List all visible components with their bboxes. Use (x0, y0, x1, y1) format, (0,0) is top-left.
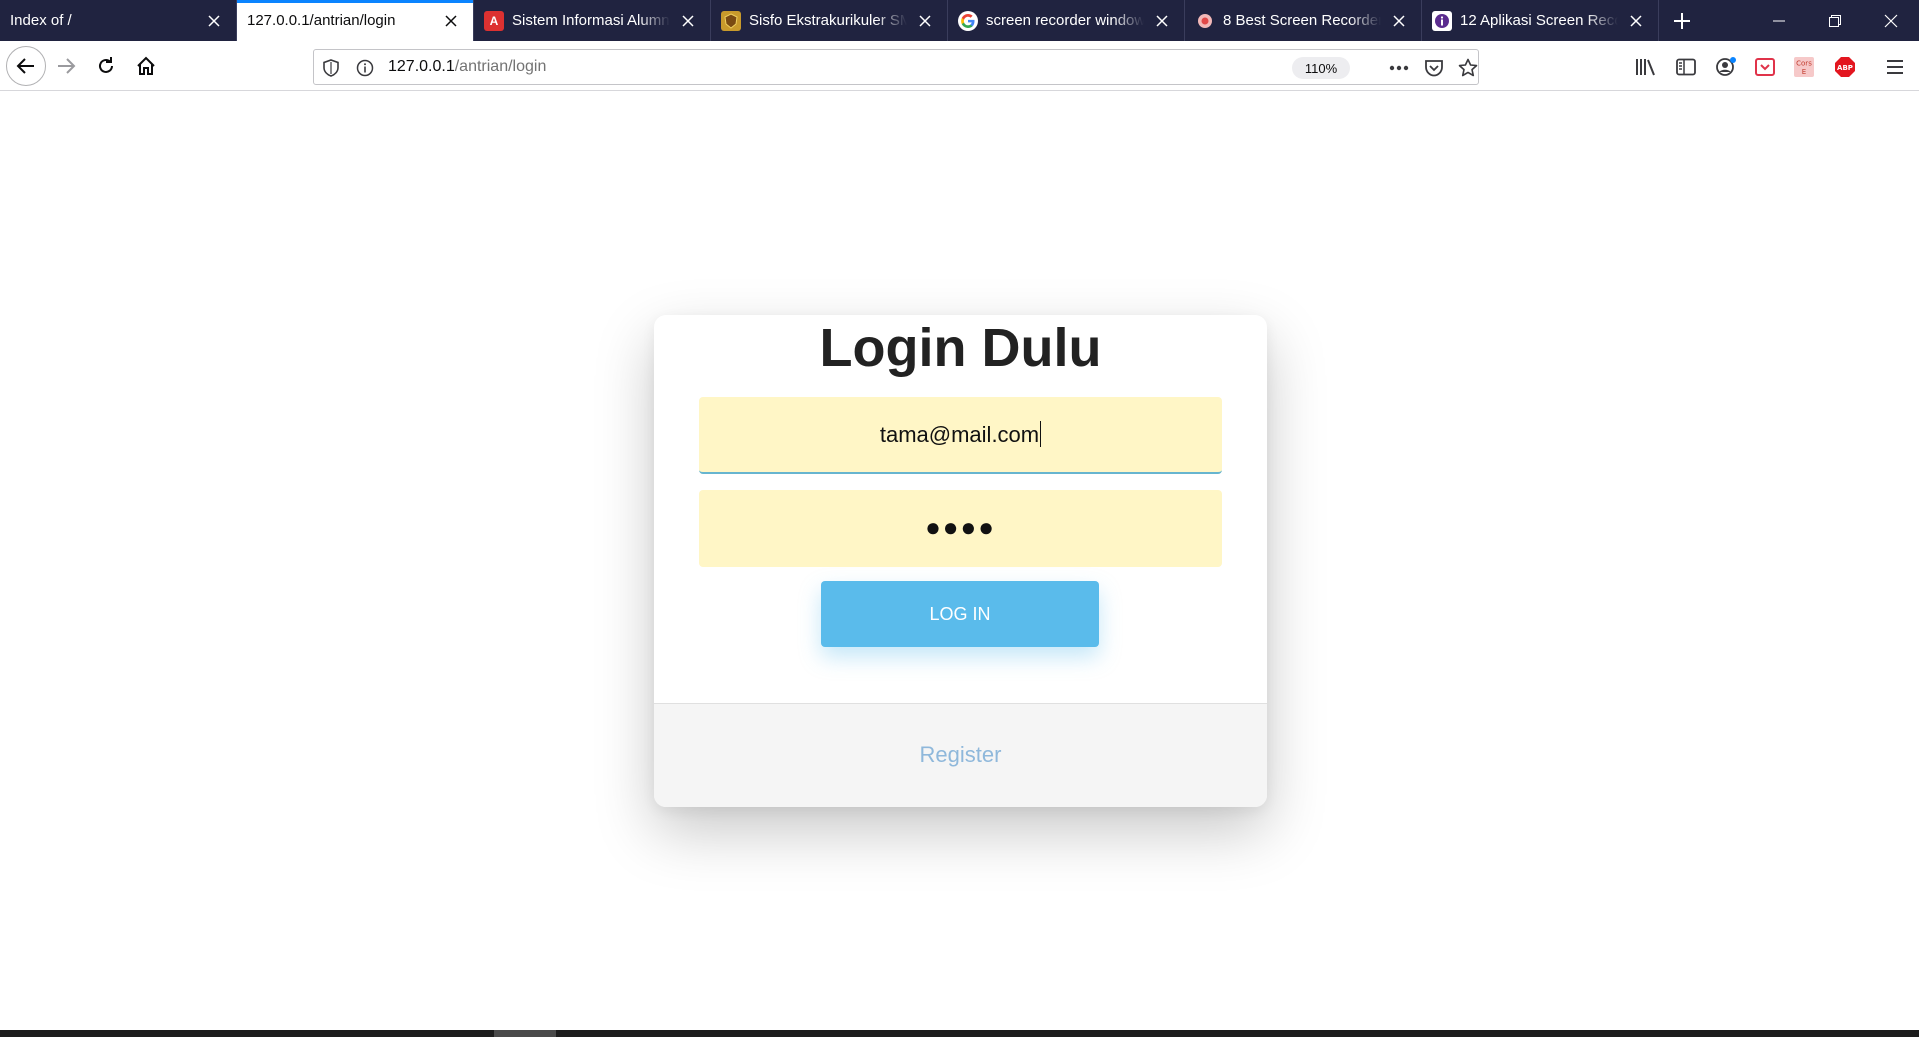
tab-index-of[interactable]: Index of / (0, 0, 237, 41)
tab-12-aplikasi-screen-recorder[interactable]: 12 Aplikasi Screen Recorder (1422, 0, 1659, 41)
sidebar-icon[interactable] (1674, 55, 1698, 79)
tab-sistem-informasi-alumni[interactable]: A Sistem Informasi Alumni (474, 0, 711, 41)
adblock-plus-icon[interactable]: ABP (1833, 55, 1857, 79)
minimize-button[interactable] (1751, 0, 1807, 41)
url-path: /antrian/login (454, 58, 547, 75)
tracking-shield-icon[interactable] (320, 57, 342, 79)
zoom-indicator[interactable]: 110% (1292, 57, 1350, 79)
arrow-left-icon (16, 58, 34, 74)
restore-icon (1829, 14, 1841, 27)
restore-button[interactable] (1807, 0, 1863, 41)
tab-sisfo-ekstrakurikuler[interactable]: Sisfo Ekstrakurikuler SMA (711, 0, 948, 41)
tab-title: screen recorder windows (986, 12, 1144, 29)
tab-title: Sistem Informasi Alumni (512, 12, 670, 29)
address-bar[interactable]: 127.0.0.1/antrian/login 110% (313, 49, 1479, 85)
close-icon[interactable] (1624, 9, 1648, 33)
page-title: Login Dulu (819, 318, 1102, 378)
pocket-icon[interactable] (1423, 57, 1445, 79)
register-link[interactable]: Register (654, 742, 1267, 768)
taskbar-active-indicator (494, 1030, 556, 1037)
home-button[interactable] (128, 48, 164, 84)
google-icon (958, 10, 978, 31)
close-icon[interactable] (1387, 9, 1411, 33)
page-actions-icon[interactable] (1388, 57, 1410, 79)
forward-button[interactable] (48, 48, 84, 84)
password-field[interactable]: ●●●● (699, 490, 1222, 567)
tab-8-best-screen-recorders[interactable]: 8 Best Screen Recorders (1185, 0, 1422, 41)
library-icon[interactable] (1634, 55, 1658, 79)
window-controls (1751, 0, 1919, 41)
tab-title: 8 Best Screen Recorders (1223, 12, 1381, 29)
tab-title: Sisfo Ekstrakurikuler SMA (749, 12, 907, 29)
tab-title: Index of / (10, 12, 72, 29)
svg-text:ABP: ABP (1837, 64, 1853, 72)
text-caret (1040, 421, 1042, 447)
close-icon[interactable] (913, 9, 937, 33)
password-mask: ●●●● (925, 512, 996, 542)
reload-button[interactable] (88, 48, 124, 84)
home-icon (137, 56, 155, 75)
tab-antrian-login[interactable]: 127.0.0.1/antrian/login (237, 0, 474, 41)
info-purple-icon (1432, 10, 1452, 31)
card-footer: Register (654, 703, 1267, 807)
tab-title: 127.0.0.1/antrian/login (247, 12, 396, 29)
cors-extension-icon[interactable]: Cors E (1792, 55, 1816, 79)
url-host: 127.0.0.1 (388, 58, 455, 75)
record-icon (1195, 11, 1215, 31)
plus-icon (1674, 12, 1690, 29)
close-icon (1884, 14, 1898, 27)
email-field[interactable]: tama@mail.com (699, 397, 1222, 474)
tab-screen-recorder-windows[interactable]: screen recorder windows (948, 0, 1185, 41)
close-window-button[interactable] (1863, 0, 1919, 41)
hamburger-menu-icon[interactable] (1883, 55, 1907, 79)
new-tab-button[interactable] (1659, 0, 1705, 41)
angular-icon: A (484, 10, 504, 31)
close-icon[interactable] (1150, 9, 1174, 33)
site-info-icon[interactable] (354, 57, 376, 79)
pocket-extension-icon[interactable] (1753, 55, 1777, 79)
url-text[interactable]: 127.0.0.1/antrian/login (388, 58, 546, 76)
arrow-right-icon (58, 58, 76, 74)
close-icon[interactable] (202, 9, 226, 33)
account-icon[interactable] (1714, 55, 1738, 79)
minimize-icon (1773, 20, 1785, 21)
tab-title: 12 Aplikasi Screen Recorder (1460, 12, 1618, 29)
navigation-toolbar: 127.0.0.1/antrian/login 110% Cors E ABP (0, 41, 1919, 91)
bookmark-star-icon[interactable] (1457, 57, 1479, 79)
tab-strip: Index of / 127.0.0.1/antrian/login A Sis… (0, 0, 1919, 41)
back-button[interactable] (6, 46, 46, 86)
cors-label: Cors (1796, 60, 1812, 68)
email-field-value: tama@mail.com (879, 421, 1042, 447)
login-card: Login Dulu tama@mail.com ●●●● LOG IN Reg… (654, 315, 1267, 807)
close-icon[interactable] (439, 9, 463, 33)
close-icon[interactable] (676, 9, 700, 33)
school-crest-icon (721, 10, 741, 31)
reload-icon (99, 57, 113, 73)
login-button[interactable]: LOG IN (821, 581, 1099, 647)
taskbar-edge (0, 1030, 1919, 1037)
svg-text:E: E (1802, 68, 1806, 76)
